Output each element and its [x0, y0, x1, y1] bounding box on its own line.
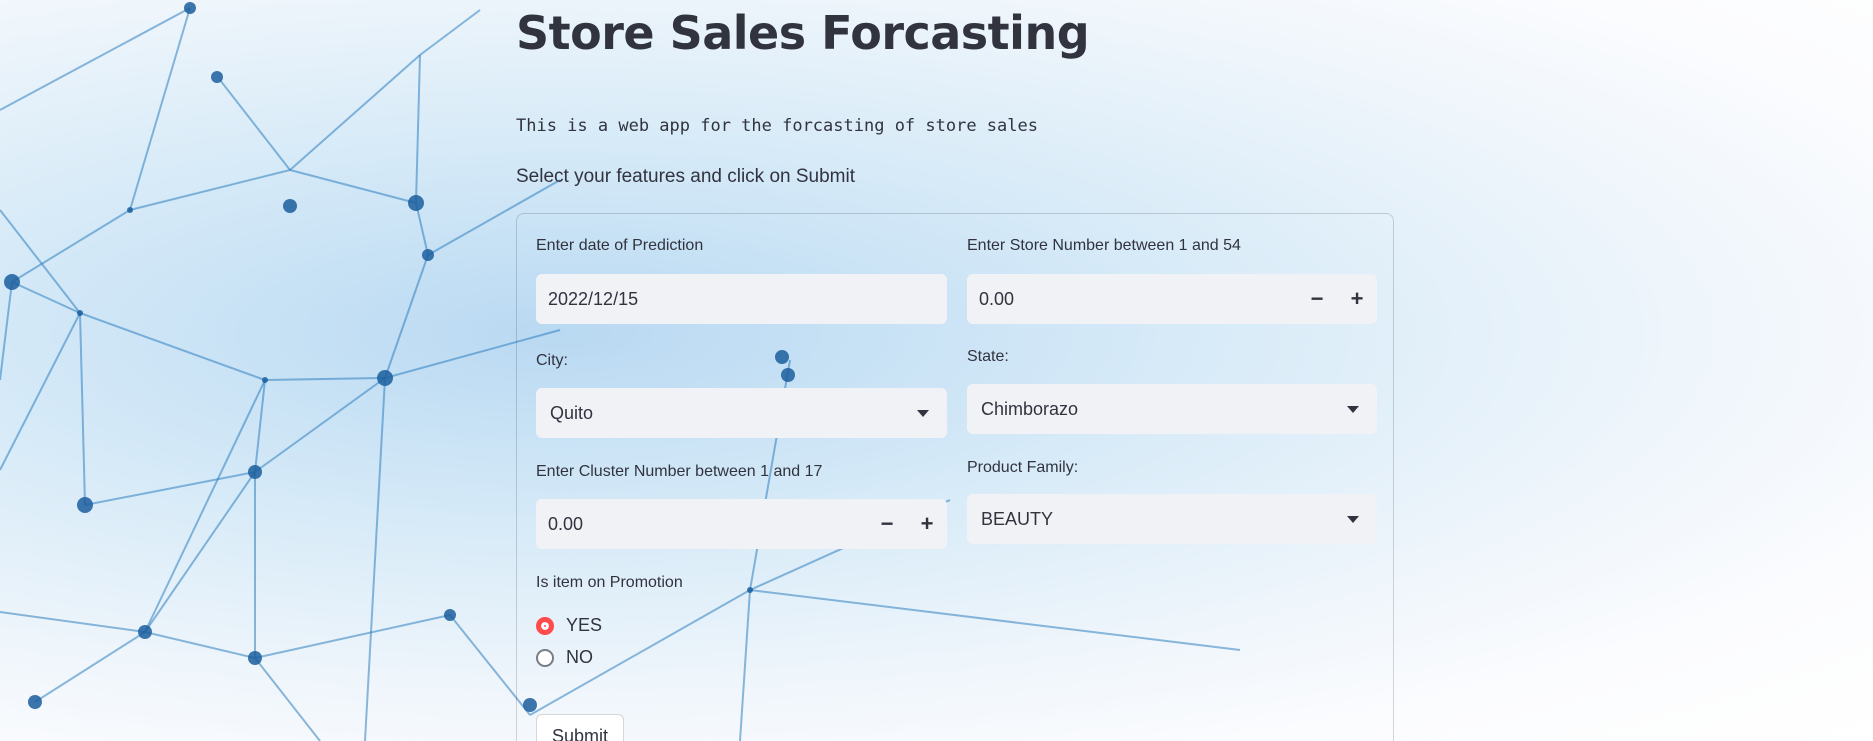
radio-unselected-icon: [536, 648, 554, 667]
radio-selected-icon: [536, 616, 554, 635]
chevron-down-icon: [1347, 405, 1359, 413]
cluster-number-decrement-button[interactable]: −: [867, 499, 907, 549]
state-label: State:: [967, 348, 1009, 365]
store-number-decrement-button[interactable]: −: [1297, 274, 1337, 324]
page-title: Store Sales Forcasting: [516, 6, 1090, 60]
state-select-value: Chimborazo: [981, 398, 1079, 419]
city-select[interactable]: Quito: [536, 388, 947, 438]
cluster-number-increment-button[interactable]: +: [907, 499, 947, 549]
product-family-select-value: BEAUTY: [981, 508, 1054, 529]
city-select-value: Quito: [550, 402, 594, 423]
promotion-label: Is item on Promotion: [536, 574, 683, 591]
product-family-label: Product Family:: [967, 459, 1079, 476]
state-select[interactable]: Chimborazo: [967, 384, 1377, 434]
prediction-form: Enter date of Prediction 2022/12/15 Ente…: [516, 213, 1394, 741]
store-number-increment-button[interactable]: +: [1337, 274, 1377, 324]
submit-button[interactable]: Submit: [536, 714, 625, 741]
chevron-down-icon: [1347, 515, 1359, 523]
cluster-number-input[interactable]: 0.00 − +: [536, 499, 947, 549]
store-number-value: 0.00: [979, 288, 1015, 309]
date-input-value: 2022/12/15: [548, 288, 639, 309]
city-label: City:: [536, 352, 568, 369]
app-description: This is a web app for the forcasting of …: [516, 116, 1038, 136]
chevron-down-icon: [917, 409, 929, 417]
store-number-input[interactable]: 0.00 − +: [967, 274, 1377, 324]
cluster-number-value: 0.00: [548, 513, 584, 534]
promotion-option-no-label: NO: [566, 647, 593, 667]
promotion-option-no[interactable]: NO: [536, 647, 593, 668]
store-number-label: Enter Store Number between 1 and 54: [967, 237, 1241, 254]
date-input[interactable]: 2022/12/15: [536, 274, 947, 324]
instructions-text: Select your features and click on Submit: [516, 166, 856, 187]
promotion-option-yes-label: YES: [566, 615, 603, 635]
product-family-select[interactable]: BEAUTY: [967, 494, 1377, 544]
promotion-option-yes[interactable]: YES: [536, 615, 602, 636]
cluster-number-label: Enter Cluster Number between 1 and 17: [536, 463, 823, 480]
date-label: Enter date of Prediction: [536, 237, 704, 254]
